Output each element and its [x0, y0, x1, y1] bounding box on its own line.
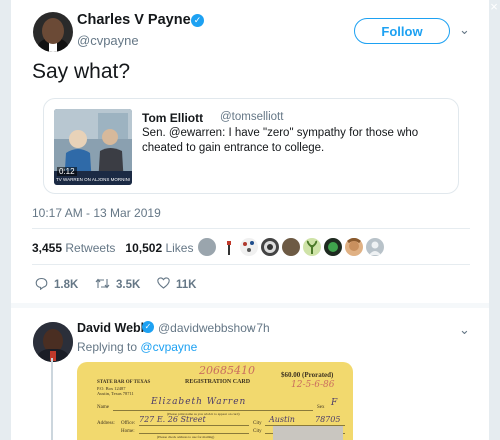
liker-avatar-eagle-icon [264, 241, 276, 253]
doc-sex-value: F [331, 398, 338, 408]
engagement-stats: 3,455 Retweets 10,502 Likes [32, 241, 193, 255]
liker-avatar[interactable] [240, 238, 258, 256]
like-action-count: 11K [176, 278, 197, 291]
doc-name-value: Elizabeth Warren [151, 397, 247, 407]
doc-sex-label: Sex [317, 405, 325, 410]
retweet-count[interactable]: 3,455 [32, 241, 62, 255]
liker-avatar[interactable] [261, 238, 279, 256]
tweet-separator [11, 303, 489, 308]
liker-avatar-figure-icon [227, 241, 231, 255]
doc-city-label: City [253, 421, 262, 426]
registration-card-image[interactable]: 20685410 $60.00 (Prorated) 12-5-6-86 STA… [77, 362, 353, 440]
avatar-face [42, 18, 64, 44]
doc-office-label: Office: [121, 421, 136, 426]
liker-avatar[interactable] [198, 238, 216, 256]
doc-redaction [273, 426, 343, 440]
retweet-button[interactable]: 3.5K [95, 277, 140, 293]
verified-badge-icon: ✓ [142, 321, 154, 333]
verified-badge-icon: ✓ [191, 14, 204, 27]
thread-line [51, 358, 53, 440]
quoted-tweet[interactable]: 0:12 TV WARREN ON ALJONS MORNING JOE Tom… [43, 98, 459, 194]
quoted-author-handle[interactable]: @tomselliott [220, 111, 283, 123]
liker-avatar[interactable] [303, 238, 321, 256]
doc-stamp-number: 20685410 [199, 364, 255, 377]
liker-avatar[interactable] [324, 238, 342, 256]
tweet-card: Charles V Payne ✓ @cvpayne Follow ⌄ Say … [11, 0, 489, 440]
replying-to: Replying to @cvpayne [77, 340, 197, 354]
doc-home-label: Home: [121, 429, 135, 434]
liker-avatar-plant-icon [306, 240, 318, 254]
reply-author-avatar[interactable] [33, 322, 73, 362]
liker-avatar[interactable] [366, 238, 384, 256]
liker-avatar-stars-icon [243, 241, 254, 252]
close-icon[interactable]: × [488, 0, 500, 14]
doc-amount: $60.00 (Prorated) [281, 371, 334, 379]
reply-count: 1.8K [54, 279, 79, 291]
video-thumbnail[interactable]: 0:12 TV WARREN ON ALJONS MORNING JOE [54, 109, 132, 185]
doc-address-label: Address: [97, 421, 115, 426]
divider [32, 228, 470, 229]
chevron-down-icon[interactable]: ⌄ [459, 22, 470, 38]
like-count-label[interactable]: Likes [165, 241, 193, 255]
doc-city-label-2: City [253, 429, 262, 434]
retweet-count-label[interactable]: Retweets [65, 241, 115, 255]
reply-time[interactable]: · 7h [249, 321, 270, 335]
replying-to-handle[interactable]: @cvpayne [140, 340, 197, 354]
liker-avatar-default-icon [369, 241, 381, 255]
doc-city-value: Austin [269, 415, 295, 424]
tweet-timestamp[interactable]: 10:17 AM - 13 Mar 2019 [32, 206, 161, 220]
follow-button[interactable]: Follow [354, 18, 450, 44]
liker-avatar-face-icon [347, 238, 361, 251]
liker-avatar-emblem-icon [328, 242, 338, 252]
doc-office-line [139, 425, 249, 426]
doc-org-line1: STATE BAR OF TEXAS [97, 380, 151, 385]
reply-author-handle[interactable]: @davidwebbshow [158, 321, 256, 335]
reply-author-name[interactable]: David Webb [77, 321, 148, 335]
doc-name-line [113, 410, 313, 411]
doc-home-hint: (Please check address to use for mailing… [157, 435, 215, 439]
doc-card-title: REGISTRATION CARD [185, 379, 251, 385]
liker-avatar[interactable] [282, 238, 300, 256]
like-button[interactable]: 11K [157, 277, 196, 292]
video-caption: TV WARREN ON ALJONS MORNING JOE [56, 177, 130, 182]
heart-icon [157, 277, 170, 292]
chevron-down-icon[interactable]: ⌄ [459, 322, 470, 338]
reply-icon [35, 277, 48, 293]
doc-name-label: Name [97, 405, 109, 410]
liker-avatar[interactable] [345, 238, 363, 256]
author-avatar[interactable] [33, 12, 73, 52]
doc-office-value: 727 E. 26 Street [139, 415, 206, 424]
doc-org-line3: Austin, Texas 78711 [97, 391, 134, 396]
like-count[interactable]: 10,502 [125, 241, 162, 255]
author-name[interactable]: Charles V Payne [77, 12, 191, 28]
tweet-text: Say what? [32, 60, 131, 83]
divider [32, 264, 470, 265]
doc-home-line [139, 433, 249, 434]
video-duration: 0:12 [57, 167, 77, 176]
replying-to-prefix: Replying to [77, 340, 138, 354]
retweet-icon [95, 277, 110, 293]
author-handle[interactable]: @cvpayne [77, 33, 139, 48]
doc-date-note: 12-5-6-86 [291, 380, 335, 390]
quoted-author-name[interactable]: Tom Elliott [142, 111, 203, 125]
doc-zip-value: 78705 [315, 415, 341, 424]
retweet-action-count: 3.5K [116, 279, 141, 291]
reply-button[interactable]: 1.8K [35, 277, 78, 293]
quoted-tweet-text: Sen. @ewarren: I have "zero" sympathy fo… [142, 127, 419, 154]
liker-avatar[interactable] [219, 238, 239, 258]
